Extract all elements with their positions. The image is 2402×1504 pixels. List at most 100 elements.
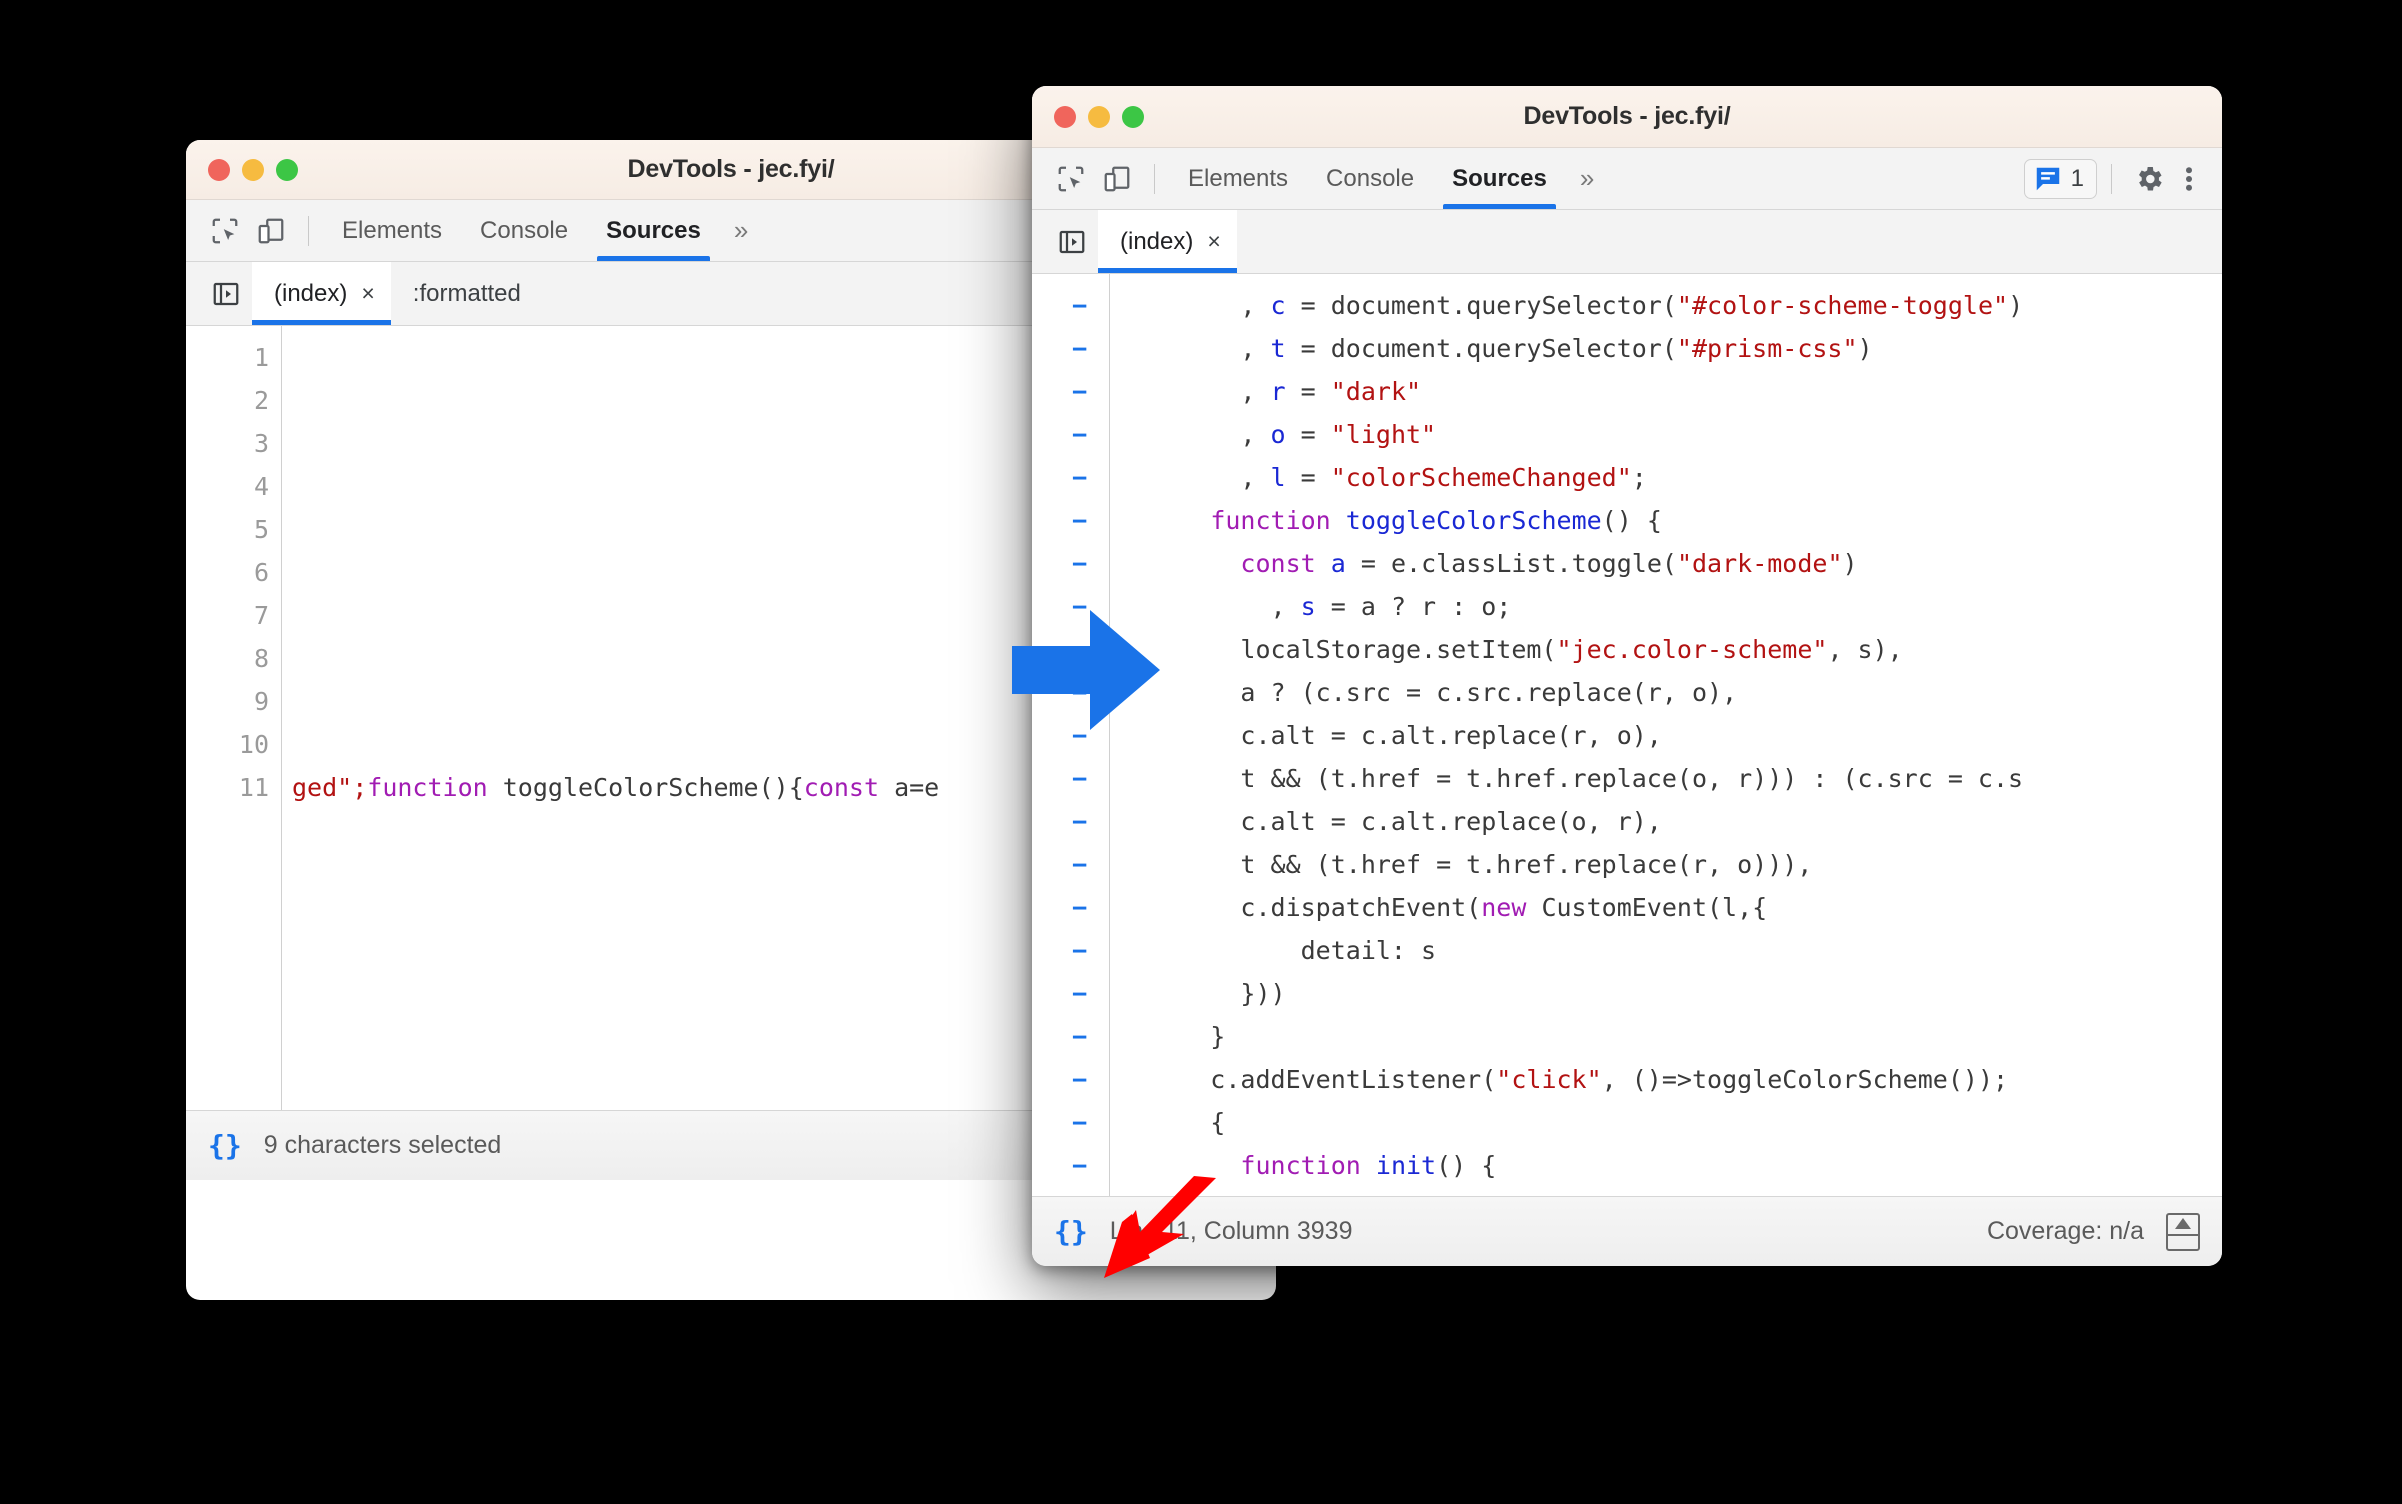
close-window-button[interactable] bbox=[1054, 105, 1076, 128]
fold-marker[interactable]: − bbox=[1032, 413, 1087, 456]
inspect-element-icon[interactable] bbox=[202, 210, 248, 252]
fold-marker[interactable]: − bbox=[1032, 843, 1087, 886]
code-line: , t = document.querySelector("#prism-css… bbox=[1120, 334, 1873, 363]
close-window-button[interactable] bbox=[208, 158, 230, 181]
tab-elements[interactable]: Elements bbox=[323, 200, 461, 261]
front-toolbar-right: 1 bbox=[2023, 158, 2206, 200]
front-code-editor[interactable]: −−−−−−−−−−−−−−−−−−−−−−−−−−−− , c = docum… bbox=[1032, 274, 2222, 1196]
tab-console[interactable]: Console bbox=[461, 200, 587, 261]
line-number: 8 bbox=[253, 644, 269, 673]
fold-marker[interactable]: − bbox=[1032, 628, 1087, 671]
fold-marker[interactable]: − bbox=[1032, 327, 1087, 370]
tab-console[interactable]: Console bbox=[1307, 148, 1433, 209]
line-number: 10 bbox=[238, 730, 269, 759]
more-tabs-icon[interactable]: » bbox=[1566, 163, 1608, 194]
message-count-badge[interactable]: 1 bbox=[2023, 158, 2097, 199]
code-line: c.dispatchEvent(new CustomEvent(l,{ bbox=[1120, 893, 1768, 922]
close-icon[interactable]: × bbox=[1207, 230, 1220, 253]
screenshot-stage: DevTools - jec.fyi/ Elements Console Sou… bbox=[0, 0, 2402, 1504]
front-fold-markers[interactable]: −−−−−−−−−−−−−−−−−−−−−−−−−−−− bbox=[1032, 274, 1110, 1196]
fold-marker[interactable]: − bbox=[1032, 972, 1087, 1015]
fold-marker[interactable]: − bbox=[1032, 542, 1087, 585]
line-number: 7 bbox=[253, 601, 269, 630]
fold-marker[interactable]: − bbox=[1032, 370, 1087, 413]
device-toolbar-icon[interactable] bbox=[248, 210, 294, 252]
fold-marker[interactable]: − bbox=[1032, 929, 1087, 972]
pretty-print-icon[interactable]: {} bbox=[208, 1129, 242, 1162]
code-line: c.alt = c.alt.replace(r, o), bbox=[1120, 721, 1662, 750]
front-devtools-window[interactable]: DevTools - jec.fyi/ Elements Console Sou… bbox=[1032, 86, 2222, 1266]
code-line: , l = "colorSchemeChanged"; bbox=[1120, 463, 1647, 492]
code-line: detail: s bbox=[1120, 936, 1437, 965]
fold-marker[interactable]: − bbox=[1032, 284, 1087, 327]
code-line: c.addEventListener("click", ()=>toggleCo… bbox=[1120, 1065, 2009, 1094]
fold-marker[interactable]: − bbox=[1032, 671, 1087, 714]
fold-marker[interactable]: − bbox=[1032, 714, 1087, 757]
show-navigator-icon[interactable] bbox=[1046, 221, 1098, 263]
minimize-window-button[interactable] bbox=[242, 158, 264, 181]
file-tab-index[interactable]: (index) × bbox=[1098, 210, 1237, 273]
code-line: t && (t.href = t.href.replace(r, o))), bbox=[1120, 850, 1813, 879]
front-window-titlebar: DevTools - jec.fyi/ bbox=[1032, 86, 2222, 148]
file-tab-label: (index) bbox=[274, 279, 348, 307]
fold-marker[interactable]: − bbox=[1032, 1058, 1087, 1101]
tab-sources[interactable]: Sources bbox=[587, 200, 720, 261]
file-tab-index[interactable]: (index) × bbox=[252, 262, 391, 325]
tab-elements[interactable]: Elements bbox=[1169, 148, 1307, 209]
line-number: 4 bbox=[253, 472, 269, 501]
minimize-window-button[interactable] bbox=[1088, 105, 1110, 128]
code-line: function init() { bbox=[1240, 1151, 1497, 1180]
code-line: , c = document.querySelector("#color-sch… bbox=[1120, 291, 2024, 320]
fold-marker[interactable]: − bbox=[1032, 456, 1087, 499]
fold-marker[interactable]: − bbox=[1032, 1015, 1087, 1058]
code-line: localStorage.setItem("jec.color-scheme",… bbox=[1120, 635, 1903, 664]
line-number: 2 bbox=[253, 386, 269, 415]
front-panel-tabs: Elements Console Sources » bbox=[1169, 148, 1608, 209]
inspect-element-icon[interactable] bbox=[1048, 158, 1094, 200]
line-number: 1 bbox=[253, 343, 269, 372]
code-line: c.alt = c.alt.replace(o, r), bbox=[1120, 807, 1662, 836]
fold-marker[interactable]: − bbox=[1032, 757, 1087, 800]
front-window-title: DevTools - jec.fyi/ bbox=[1523, 102, 1731, 130]
back-line-numbers: 1 2 3 4 5 6 7 8 9 10 11 bbox=[186, 326, 282, 1110]
front-cursor-position: Line 11, Column 3939 bbox=[1109, 1217, 1353, 1245]
close-icon[interactable]: × bbox=[361, 282, 374, 305]
code-line: const a = e.classList.toggle("dark-mode"… bbox=[1240, 549, 1858, 578]
maximize-window-button[interactable] bbox=[276, 158, 298, 181]
fold-marker[interactable]: − bbox=[1032, 1101, 1087, 1144]
front-traffic-lights bbox=[1054, 105, 1144, 128]
code-line: t && (t.href = t.href.replace(o, r))) : … bbox=[1120, 764, 2024, 793]
kebab-menu-icon[interactable] bbox=[2172, 158, 2206, 200]
toolbar-divider bbox=[2111, 163, 2112, 194]
fold-marker[interactable]: − bbox=[1032, 1187, 1087, 1196]
more-tabs-icon[interactable]: » bbox=[720, 215, 762, 246]
fold-marker[interactable]: − bbox=[1032, 886, 1087, 929]
code-line: })) bbox=[1120, 979, 1286, 1008]
fold-marker[interactable]: − bbox=[1032, 499, 1087, 542]
fold-marker[interactable]: − bbox=[1032, 1144, 1087, 1187]
front-coverage-label: Coverage: n/a bbox=[1986, 1217, 2144, 1245]
front-status-right: Coverage: n/a bbox=[1986, 1212, 2200, 1251]
show-drawer-icon[interactable] bbox=[2166, 1212, 2200, 1251]
back-panel-tabs: Elements Console Sources » bbox=[323, 200, 762, 261]
show-navigator-icon[interactable] bbox=[200, 273, 252, 315]
fold-marker[interactable]: − bbox=[1032, 800, 1087, 843]
code-line: , r = "dark" bbox=[1120, 377, 1422, 406]
fold-marker[interactable]: − bbox=[1032, 585, 1087, 628]
line-number: 9 bbox=[253, 687, 269, 716]
formatted-label: :formatted bbox=[412, 279, 521, 307]
message-count: 1 bbox=[2070, 164, 2084, 192]
device-toolbar-icon[interactable] bbox=[1094, 158, 1140, 200]
back-selection-status: 9 characters selected bbox=[263, 1131, 502, 1159]
front-statusbar: {} Line 11, Column 3939 Coverage: n/a bbox=[1032, 1196, 2222, 1266]
code-line: } bbox=[1120, 1022, 1226, 1051]
maximize-window-button[interactable] bbox=[1122, 105, 1144, 128]
front-file-tabstrip: (index) × bbox=[1032, 210, 2222, 274]
gear-icon[interactable] bbox=[2126, 158, 2172, 200]
code-line: , o = "light" bbox=[1120, 420, 1437, 449]
tab-sources[interactable]: Sources bbox=[1433, 148, 1566, 209]
toolbar-divider bbox=[1154, 163, 1155, 194]
pretty-print-icon[interactable]: {} bbox=[1054, 1215, 1088, 1248]
front-devtools-toolbar: Elements Console Sources » 1 bbox=[1032, 148, 2222, 210]
front-code-content[interactable]: , c = document.querySelector("#color-sch… bbox=[1110, 274, 2222, 1196]
